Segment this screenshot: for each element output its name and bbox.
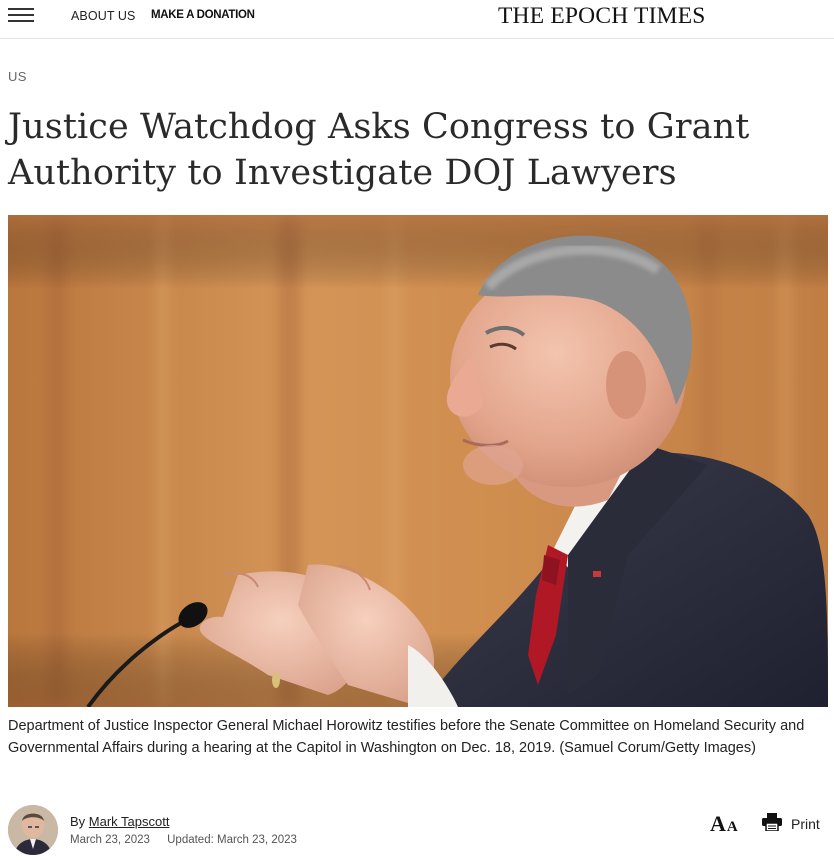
section-label[interactable]: US <box>8 69 27 84</box>
hamburger-menu-icon[interactable] <box>8 7 34 23</box>
byline-prefix: By <box>70 814 86 829</box>
author-avatar[interactable] <box>8 805 58 855</box>
font-size-button[interactable]: AA <box>710 811 738 836</box>
article-headline: Justice Watchdog Asks Congress to Grant … <box>8 107 750 193</box>
print-label: Print <box>791 816 820 832</box>
image-caption: Department of Justice Inspector General … <box>8 718 805 756</box>
published-date: March 23, 2023 <box>70 834 150 846</box>
article-dates: March 23, 2023 Updated: March 23, 2023 <box>70 834 297 846</box>
print-button[interactable]: Print <box>762 812 820 836</box>
site-logo[interactable]: THE EPOCH TIMES <box>498 3 706 30</box>
author-link[interactable]: Mark Tapscott <box>89 814 170 829</box>
updated-date: Updated: March 23, 2023 <box>167 834 297 846</box>
nav-make-donation-link[interactable]: MAKE A DONATION <box>151 9 255 21</box>
font-size-icon-small: A <box>726 819 738 835</box>
byline: By Mark Tapscott <box>70 814 169 829</box>
hero-image <box>8 215 828 707</box>
printer-icon <box>762 812 782 836</box>
site-header: ABOUT US MAKE A DONATION THE EPOCH TIMES <box>0 0 834 39</box>
nav-about-us-link[interactable]: ABOUT US <box>71 9 135 23</box>
font-size-icon: A <box>710 811 726 836</box>
